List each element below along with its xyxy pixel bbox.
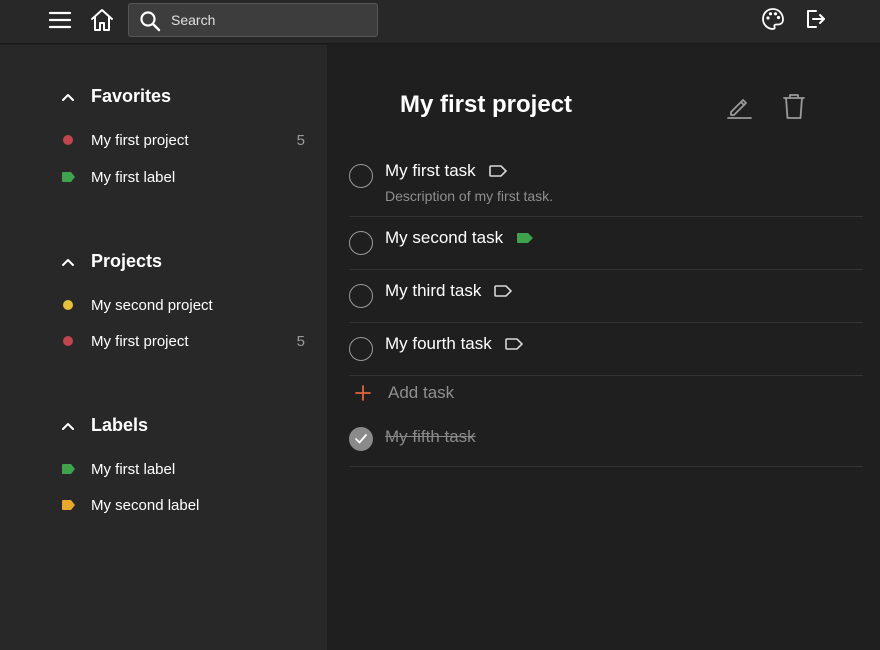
labels-title: Labels: [91, 415, 149, 435]
sidebar-item-label: My second project: [91, 296, 213, 314]
task-title[interactable]: My second task: [385, 228, 503, 248]
task-header: My fifth task: [385, 427, 476, 447]
sidebar-item-label: My first label: [91, 460, 176, 478]
task-row: My third task: [349, 270, 863, 323]
search-box[interactable]: [128, 3, 378, 37]
task-title[interactable]: My fourth task: [385, 334, 492, 354]
favorites-section-header[interactable]: Favorites: [60, 86, 171, 107]
project-color-dot: [63, 300, 73, 310]
label-tag-outline-icon[interactable]: [504, 338, 523, 350]
task-checkbox[interactable]: [349, 164, 373, 188]
project-color-dot: [63, 336, 73, 346]
completed-task-row: My fifth task: [349, 421, 863, 467]
sidebar-item-label: My first project: [91, 131, 189, 149]
task-header: My third task: [385, 281, 513, 301]
task-header: My fourth task: [385, 334, 523, 354]
sidebar-item-label-second[interactable]: My second label: [60, 491, 305, 519]
sidebar-item-label: My second label: [91, 496, 200, 514]
task-row: My second task: [349, 217, 863, 270]
sidebar-item-project-second[interactable]: My second project: [60, 291, 305, 319]
main-content: My first project My first task Descripti…: [327, 45, 880, 650]
task-title[interactable]: My first task: [385, 161, 476, 181]
plus-icon: [353, 383, 373, 403]
label-tag-icon[interactable]: [516, 232, 534, 244]
sidebar-item-count: 5: [296, 332, 305, 350]
logout-icon[interactable]: [802, 6, 828, 32]
task-title[interactable]: My third task: [385, 281, 481, 301]
page-title: My first project: [400, 91, 573, 118]
sidebar-item-label: My first label: [91, 168, 176, 186]
task-header: My first task: [385, 161, 507, 181]
top-bar: [0, 0, 880, 44]
task-row: My first task Description of my first ta…: [349, 153, 863, 217]
projects-section-header[interactable]: Projects: [60, 251, 162, 272]
label-tag-icon: [62, 464, 75, 474]
sidebar-item-project-first[interactable]: My first project 5: [60, 327, 305, 355]
chevron-up-icon: [60, 418, 76, 434]
labels-section-header[interactable]: Labels: [60, 415, 148, 436]
project-color-dot: [63, 135, 73, 145]
chevron-up-icon: [60, 89, 76, 105]
favorites-title: Favorites: [91, 86, 172, 106]
add-task-label: Add task: [388, 383, 455, 402]
projects-title: Projects: [91, 251, 163, 271]
task-checkbox[interactable]: [349, 337, 373, 361]
task-checkbox[interactable]: [349, 231, 373, 255]
sidebar-item-count: 5: [296, 131, 305, 149]
label-tag-outline-icon[interactable]: [488, 165, 507, 177]
sidebar: Favorites My first project 5 My first la…: [0, 45, 327, 650]
sidebar-item-favorite-label[interactable]: My first label: [60, 163, 305, 191]
add-task-button[interactable]: Add task: [349, 383, 454, 403]
checkmark-icon: [355, 434, 367, 444]
task-header: My second task: [385, 228, 534, 248]
sidebar-item-label-first[interactable]: My first label: [60, 455, 305, 483]
sidebar-item-favorite-project[interactable]: My first project 5: [60, 126, 305, 154]
search-input[interactable]: [171, 4, 371, 36]
task-checkbox[interactable]: [349, 284, 373, 308]
label-tag-icon: [62, 172, 75, 182]
sidebar-item-label: My first project: [91, 332, 189, 350]
search-icon: [139, 10, 161, 32]
label-tag-icon: [62, 500, 75, 510]
task-checkbox-checked[interactable]: [349, 427, 373, 451]
completed-task-title[interactable]: My fifth task: [385, 427, 476, 447]
pencil-icon[interactable]: [724, 91, 754, 121]
palette-icon[interactable]: [760, 6, 786, 32]
hamburger-menu-icon[interactable]: [46, 6, 74, 34]
chevron-up-icon: [60, 254, 76, 270]
task-description: Description of my first task.: [385, 188, 554, 204]
home-icon[interactable]: [88, 6, 116, 34]
trash-icon[interactable]: [779, 91, 809, 121]
task-row: My fourth task: [349, 323, 863, 376]
label-tag-outline-icon[interactable]: [494, 285, 513, 297]
